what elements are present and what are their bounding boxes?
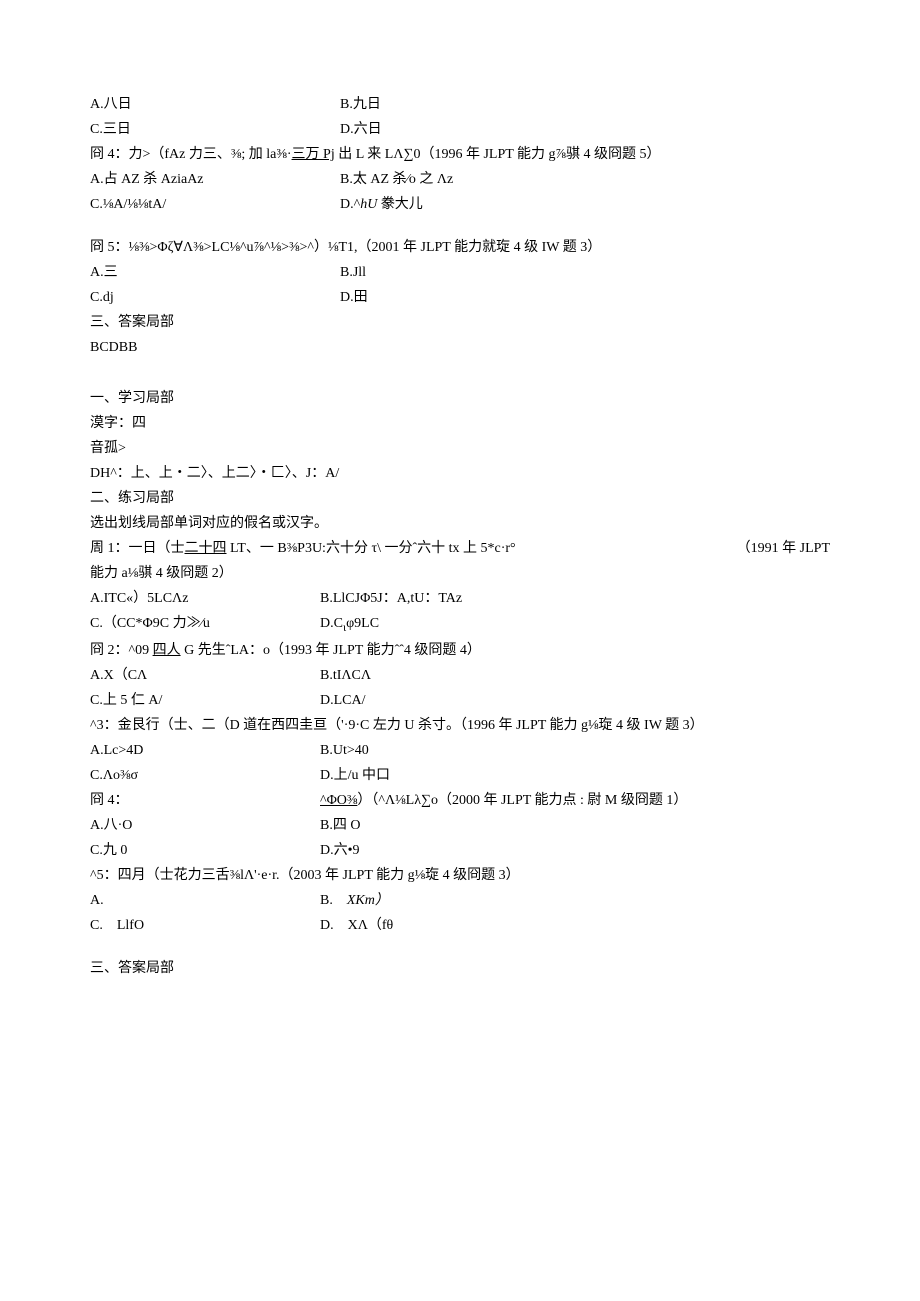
option-c: C.上 5 仁 A/ (90, 690, 320, 711)
option-b: B.九日 (340, 94, 830, 115)
option-b: B. XKm） (320, 890, 830, 911)
option-row: C.三日 D.六日 (90, 119, 830, 140)
kanji-line: 漠字：四 (90, 413, 830, 434)
onyomi-line: 音孤> (90, 438, 830, 459)
option-c: C.Λo⅜σ (90, 765, 320, 786)
option-b-italic: XKm） (347, 893, 389, 908)
option-row: C. LlfO D. XΛ（fθ (90, 915, 830, 936)
dh-line: DH^：上、上・二〉、上二〉・匚〉、J：A/ (90, 463, 830, 484)
option-a: A. (90, 890, 320, 911)
question-5: ^5：四月（士花力三舌⅜lΛ'·e·r.（2003 年 JLPT 能力 g⅛琁 … (90, 865, 830, 886)
answers-value: BCDBB (90, 337, 830, 358)
option-row: A.ITC«）5LCΛz B.LlCJΦ5J：A,tU：TAz (90, 588, 830, 609)
option-d: D.LCA/ (320, 690, 830, 711)
question-4: 冏 4：力>（fAz 力三、⅜; 加 la⅜·三万 Pj 出 L 来 LΛ∑0（… (90, 144, 830, 165)
option-d-suffix: 豢大儿 (377, 197, 423, 212)
question-3: ^3：金艮行（士、二（D 道在西四圭亘（'·9·C 左力 U 杀寸。（1996 … (90, 715, 830, 736)
option-d: D.上/u 中口 (320, 765, 830, 786)
option-b: B.太 AZ 杀⁄o 之 Λz (340, 169, 830, 190)
option-b: B.四 O (320, 815, 830, 836)
question-1-tail: （1991 年 JLPT (737, 538, 830, 559)
option-a-prefix: A.Lc>4 (90, 743, 133, 758)
question-1-underline: 二十四 (185, 541, 227, 556)
option-d-prefix: D.^ (340, 197, 360, 212)
option-row: A.X（CΛ B.tIΛCΛ (90, 665, 830, 686)
option-row: C.九 0 D.六•9 (90, 840, 830, 861)
option-d: D.Cιφ9LC (320, 613, 830, 636)
option-row: C.⅛A/⅛⅛tA/ D.^hU 豢大儿 (90, 194, 830, 215)
answers-label: 三、答案局部 (90, 958, 830, 979)
option-row: A.三 B.Jll (90, 262, 830, 283)
question-2-before: 冏 2：^09 (90, 643, 153, 658)
option-row: A.八·O B.四 O (90, 815, 830, 836)
question-4-underline: ^ΦO⅜ (320, 793, 357, 808)
question-1: 周 1：一日（士二十四 LT、一 B⅜P3U:六十分 τ\ 一分ˆ六十 tx 上… (90, 538, 830, 559)
option-a: A.占 AZ 杀 AziaAz (90, 169, 340, 190)
practice-label: 二、练习局部 (90, 488, 830, 509)
question-4-label: 冏 4： (90, 790, 320, 811)
option-d: D.田 (340, 287, 830, 308)
option-b-prefix: B. (320, 893, 347, 908)
option-a: A.八·O (90, 815, 320, 836)
option-c: C.dj (90, 287, 340, 308)
question-4-rest: ^ΦO⅜）（^Λ⅛Lλ∑o（2000 年 JLPT 能力点 : 尉 M 级冏题 … (320, 790, 830, 811)
option-row: A.八日 B.九日 (90, 94, 830, 115)
question-1-before: 周 1：一日（士 (90, 541, 185, 556)
option-a: A.X（CΛ (90, 665, 320, 686)
option-b: B.Ut>40 (320, 740, 830, 761)
option-d-italic: hU (360, 197, 377, 212)
option-row: C.上 5 仁 A/ D.LCA/ (90, 690, 830, 711)
option-d: D.六日 (340, 119, 830, 140)
question-2-after: G 先生ˆLA：o（1993 年 JLPT 能力ˆˆ4 级冏题 4） (181, 643, 481, 658)
option-d: D.^hU 豢大儿 (340, 194, 830, 215)
option-a: A.Lc>4D (90, 740, 320, 761)
option-a: A.ITC«）5LCΛz (90, 588, 320, 609)
question-5: 冏 5：⅛⅜>Φζ∀Λ⅜>LC⅛^u⅞^⅛>⅜>^）⅛T1,（2001 年 JL… (90, 237, 830, 258)
option-row: A.Lc>4D B.Ut>40 (90, 740, 830, 761)
option-d: D.六•9 (320, 840, 830, 861)
question-2-underline: 四人 (153, 643, 181, 658)
option-c: C.三日 (90, 119, 340, 140)
option-row: C.dj D.田 (90, 287, 830, 308)
option-b: B.LlCJΦ5J：A,tU：TAz (320, 588, 830, 609)
option-row: C.Λo⅜σ D.上/u 中口 (90, 765, 830, 786)
option-c: C.⅛A/⅛⅛tA/ (90, 194, 340, 215)
answers-label: 三、答案局部 (90, 312, 830, 333)
question-2: 冏 2：^09 四人 G 先生ˆLA：o（1993 年 JLPT 能力ˆˆ4 级… (90, 640, 830, 661)
option-d-suffix: φ9LC (346, 616, 379, 631)
option-a-small: D (133, 743, 143, 758)
question-1-after: LT、一 B⅜P3U:六十分 τ\ 一分ˆ六十 tx 上 5*c·r° (227, 541, 516, 556)
question-4-after: ）（^Λ⅛Lλ∑o（2000 年 JLPT 能力点 : 尉 M 级冏题 1） (357, 793, 687, 808)
question-4-after: 出 L 来 LΛ∑0（1996 年 JLPT 能力 g⅞骐 4 级冏题 5） (335, 147, 661, 162)
option-d-prefix: D.C (320, 616, 343, 631)
instruction-line: 选出划线局部单词对应的假名或汉字。 (90, 513, 830, 534)
question-1-main: 周 1：一日（士二十四 LT、一 B⅜P3U:六十分 τ\ 一分ˆ六十 tx 上… (90, 538, 737, 559)
question-4-underline: 三万 Pj (292, 147, 335, 162)
question-4-before: 冏 4：力>（fAz 力三、⅜; 加 la⅜· (90, 147, 292, 162)
option-c: C.九 0 (90, 840, 320, 861)
option-row: A.占 AZ 杀 AziaAz B.太 AZ 杀⁄o 之 Λz (90, 169, 830, 190)
option-d: D. XΛ（fθ (320, 915, 830, 936)
option-a: A.三 (90, 262, 340, 283)
option-a: A.八日 (90, 94, 340, 115)
question-1-continuation: 能力 a⅛骐 4 级冏题 2） (90, 563, 830, 584)
option-row: C.（CC*Φ9C 力≫⁄u D.Cιφ9LC (90, 613, 830, 636)
option-row: A. B. XKm） (90, 890, 830, 911)
option-b: B.Jll (340, 262, 830, 283)
learn-label: 一、学习局部 (90, 388, 830, 409)
option-b: B.tIΛCΛ (320, 665, 830, 686)
option-c: C. LlfO (90, 915, 320, 936)
question-4-row: 冏 4： ^ΦO⅜）（^Λ⅛Lλ∑o（2000 年 JLPT 能力点 : 尉 M… (90, 790, 830, 811)
option-c: C.（CC*Φ9C 力≫⁄u (90, 613, 320, 636)
